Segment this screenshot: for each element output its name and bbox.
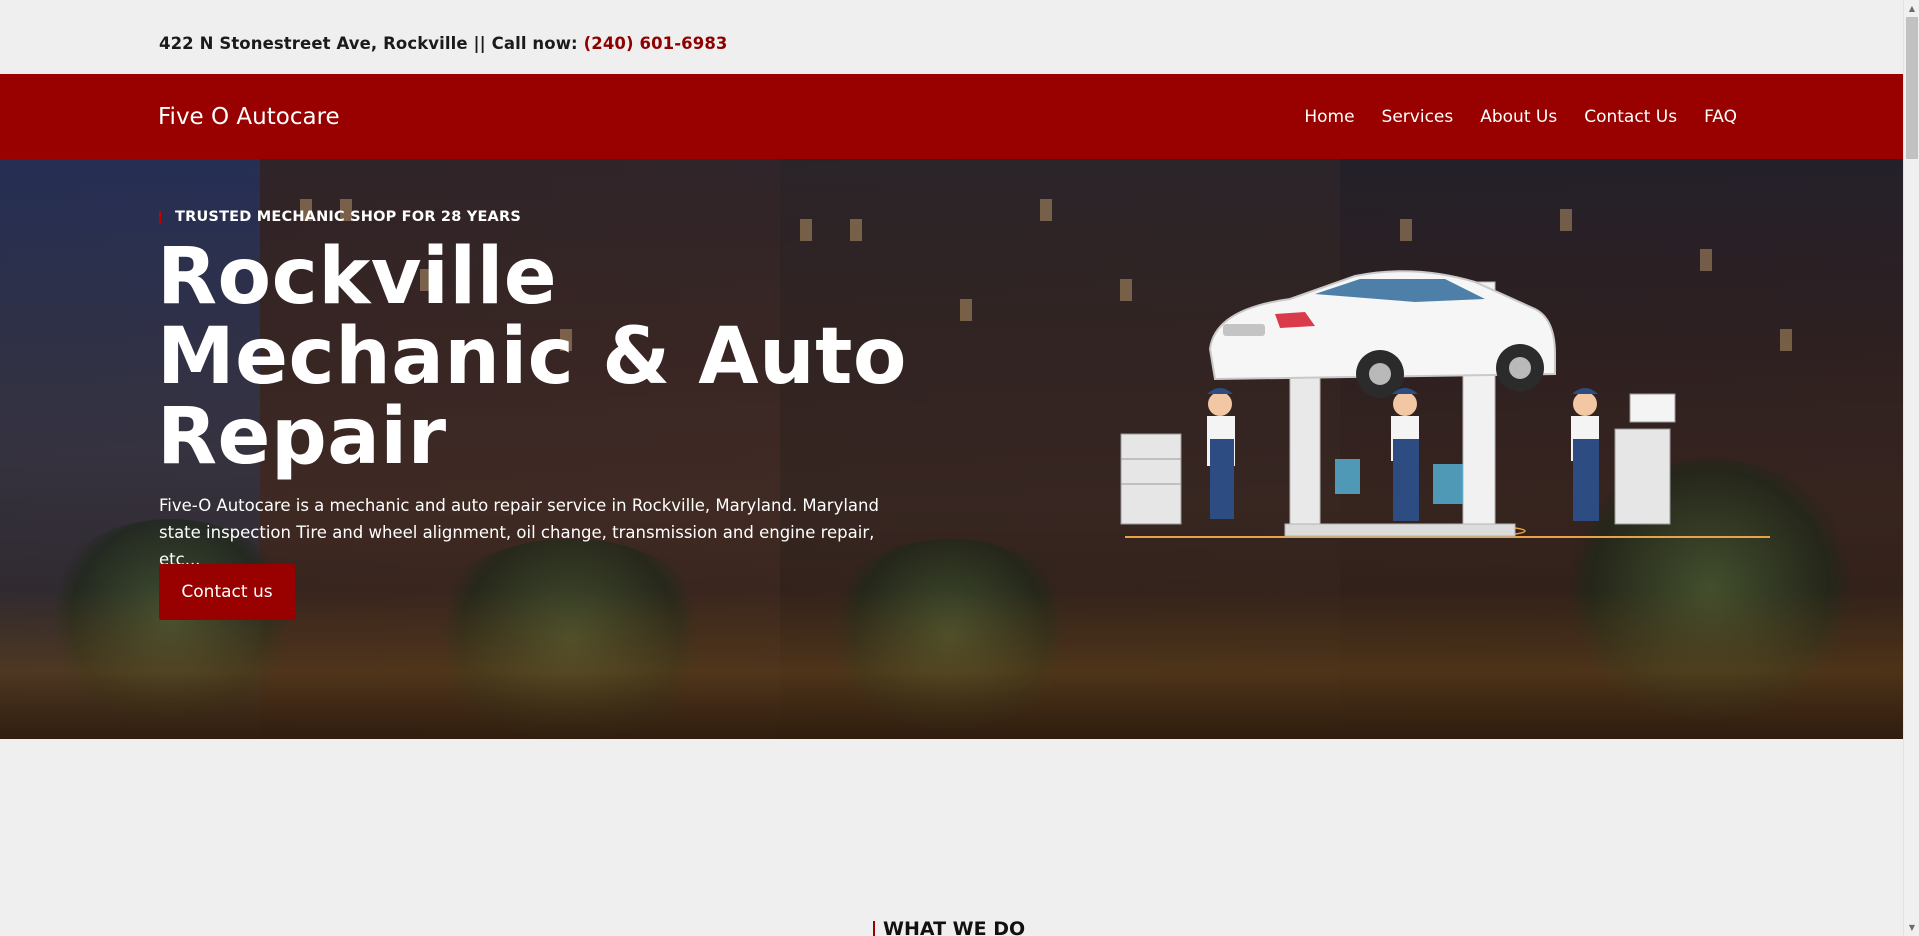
section-accent-bar — [873, 921, 875, 936]
main-nav: Home Services About Us Contact Us FAQ — [1304, 107, 1737, 127]
nav-home[interactable]: Home — [1304, 107, 1354, 127]
what-we-do-heading: WHAT WE DO — [873, 918, 1025, 936]
contact-us-button[interactable]: Contact us — [159, 564, 295, 620]
section-label-text: WHAT WE DO — [883, 918, 1026, 936]
nav-faq[interactable]: FAQ — [1704, 107, 1737, 127]
top-info-bar: 422 N Stonestreet Ave, Rockville || Call… — [0, 0, 1903, 74]
scroll-up-arrow-icon[interactable]: ▲ — [1904, 0, 1919, 17]
phone-link[interactable]: (240) 601-6983 — [584, 34, 728, 53]
hero-description: Five-O Autocare is a mechanic and auto r… — [159, 496, 879, 569]
address-line: 422 N Stonestreet Ave, Rockville || Call… — [159, 34, 728, 53]
eyebrow-text: TRUSTED MECHANIC SHOP FOR 28 YEARS — [175, 209, 521, 225]
nav-contact-us[interactable]: Contact Us — [1584, 107, 1677, 127]
brand-logo-link[interactable]: Five O Autocare — [158, 104, 340, 130]
vertical-scrollbar[interactable]: ▲ ▼ — [1903, 0, 1919, 936]
nav-services[interactable]: Services — [1382, 107, 1454, 127]
hero-eyebrow: TRUSTED MECHANIC SHOP FOR 28 YEARS — [159, 209, 521, 225]
hero-headline: Rockville Mechanic & Auto Repair — [157, 232, 908, 482]
nav-about-us[interactable]: About Us — [1480, 107, 1557, 127]
mechanics-car-lift-illustration — [1120, 270, 1770, 538]
scrollbar-thumb[interactable] — [1906, 17, 1918, 159]
eyebrow-accent-bar — [159, 211, 161, 223]
scroll-down-arrow-icon[interactable]: ▼ — [1904, 919, 1919, 936]
main-navbar: Five O Autocare Home Services About Us C… — [0, 74, 1903, 159]
address-text: 422 N Stonestreet Ave, Rockville || Call… — [159, 34, 578, 53]
hero-section: TRUSTED MECHANIC SHOP FOR 28 YEARS Rockv… — [0, 159, 1903, 739]
